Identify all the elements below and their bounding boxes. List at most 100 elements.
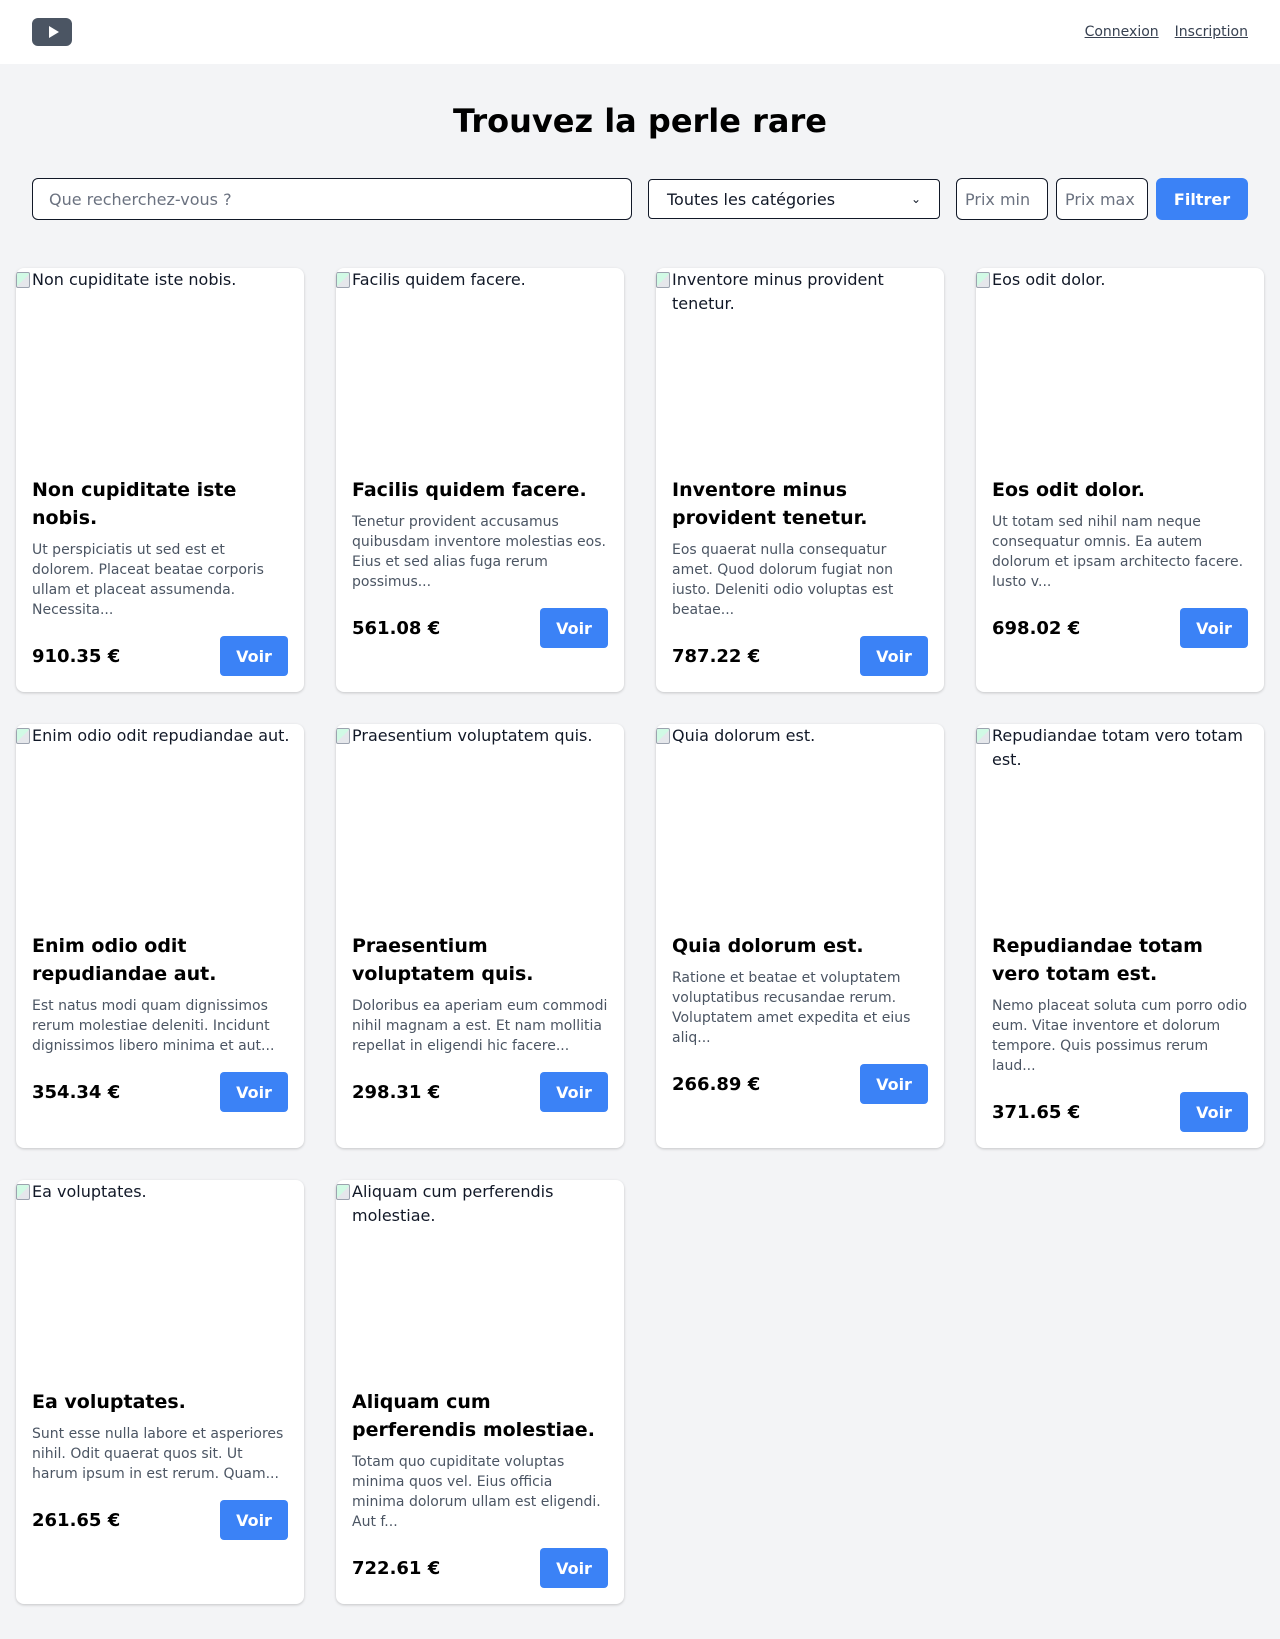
product-image-alt: Enim odio odit repudiandae aut. <box>32 726 290 745</box>
view-product-button[interactable]: Voir <box>540 608 608 648</box>
product-image-alt: Repudiandae totam vero totam est. <box>992 726 1243 769</box>
product-price: 298.31 € <box>352 1081 441 1103</box>
broken-image-icon <box>336 272 350 288</box>
product-card-body: Quia dolorum est. Ratione et beatae et v… <box>656 916 944 1148</box>
view-product-button[interactable]: Voir <box>220 636 288 676</box>
product-price: 261.65 € <box>32 1509 121 1531</box>
product-description: Nemo placeat soluta cum porro odio eum. … <box>992 998 1248 1074</box>
product-image-alt: Eos odit dolor. <box>992 270 1106 289</box>
broken-image-icon <box>336 728 350 744</box>
view-product-button[interactable]: Voir <box>540 1072 608 1112</box>
register-link[interactable]: Inscription <box>1175 24 1248 40</box>
product-footer: 261.65 € Voir <box>32 1500 288 1540</box>
product-image: Enim odio odit repudiandae aut. <box>16 724 304 916</box>
product-card-body: Enim odio odit repudiandae aut. Est natu… <box>16 916 304 1148</box>
product-title: Repudiandae totam vero totam est. <box>992 935 1203 985</box>
product-description: Sunt esse nulla labore et asperiores nih… <box>32 1426 284 1482</box>
broken-image-icon <box>16 728 30 744</box>
play-icon[interactable] <box>32 18 72 46</box>
page-title: Trouvez la perle rare <box>453 102 827 140</box>
broken-image-icon <box>656 272 670 288</box>
broken-image-icon <box>336 1184 350 1200</box>
product-image-alt: Non cupiditate iste nobis. <box>32 270 237 289</box>
product-price: 722.61 € <box>352 1557 441 1579</box>
broken-image-icon <box>976 272 990 288</box>
view-product-button[interactable]: Voir <box>860 1064 928 1104</box>
product-card: Facilis quidem facere. Facilis quidem fa… <box>336 268 624 692</box>
category-select-value: Toutes les catégories <box>667 189 836 209</box>
product-card-body: Aliquam cum perferendis molestiae. Totam… <box>336 1372 624 1604</box>
filter-bar: Toutes les catégories ⌄ Filtrer <box>0 178 1280 220</box>
product-card-body: Inventore minus provident tenetur. Eos q… <box>656 460 944 692</box>
search-input[interactable] <box>32 178 632 220</box>
product-price: 371.65 € <box>992 1101 1081 1123</box>
broken-image-icon <box>656 728 670 744</box>
view-product-button[interactable]: Voir <box>220 1500 288 1540</box>
chevron-down-icon: ⌄ <box>910 192 921 206</box>
product-footer: 561.08 € Voir <box>352 608 608 648</box>
product-price: 354.34 € <box>32 1081 121 1103</box>
price-min-input[interactable] <box>956 178 1048 220</box>
product-card: Non cupiditate iste nobis. Non cupiditat… <box>16 268 304 692</box>
product-footer: 298.31 € Voir <box>352 1072 608 1112</box>
product-card: Inventore minus provident tenetur. Inven… <box>656 268 944 692</box>
top-navbar: Connexion Inscription <box>0 0 1280 64</box>
product-description: Totam quo cupiditate voluptas minima quo… <box>352 1454 601 1530</box>
product-title: Facilis quidem facere. <box>352 479 587 501</box>
product-title: Quia dolorum est. <box>672 935 864 957</box>
product-description: Tenetur provident accusamus quibusdam in… <box>352 514 606 590</box>
product-price: 787.22 € <box>672 645 761 667</box>
product-footer: 722.61 € Voir <box>352 1548 608 1588</box>
product-title: Inventore minus provident tenetur. <box>672 479 868 529</box>
product-footer: 371.65 € Voir <box>992 1092 1248 1132</box>
product-grid: Non cupiditate iste nobis. Non cupiditat… <box>0 268 1280 1604</box>
product-image: Aliquam cum perferendis molestiae. <box>336 1180 624 1372</box>
product-description: Est natus modi quam dignissimos rerum mo… <box>32 998 275 1054</box>
product-image-alt: Praesentium voluptatem quis. <box>352 726 593 745</box>
product-price: 561.08 € <box>352 617 441 639</box>
product-title: Praesentium voluptatem quis. <box>352 935 534 985</box>
product-description: Doloribus ea aperiam eum commodi nihil m… <box>352 998 608 1054</box>
product-image-alt: Inventore minus provident tenetur. <box>672 270 884 313</box>
product-card: Enim odio odit repudiandae aut. Enim odi… <box>16 724 304 1148</box>
product-card-body: Non cupiditate iste nobis. Ut perspiciat… <box>16 460 304 692</box>
view-product-button[interactable]: Voir <box>540 1548 608 1588</box>
product-title: Non cupiditate iste nobis. <box>32 479 237 529</box>
product-image-alt: Aliquam cum perferendis molestiae. <box>352 1182 554 1225</box>
product-card-body: Praesentium voluptatem quis. Doloribus e… <box>336 916 624 1148</box>
product-image-alt: Quia dolorum est. <box>672 726 816 745</box>
category-select[interactable]: Toutes les catégories ⌄ <box>648 179 940 219</box>
login-link[interactable]: Connexion <box>1085 24 1159 40</box>
product-footer: 910.35 € Voir <box>32 636 288 676</box>
product-card-body: Ea voluptates. Sunt esse nulla labore et… <box>16 1372 304 1604</box>
product-image: Praesentium voluptatem quis. <box>336 724 624 916</box>
product-image: Facilis quidem facere. <box>336 268 624 460</box>
view-product-button[interactable]: Voir <box>1180 608 1248 648</box>
view-product-button[interactable]: Voir <box>1180 1092 1248 1132</box>
view-product-button[interactable]: Voir <box>220 1072 288 1112</box>
auth-links: Connexion Inscription <box>1085 24 1248 40</box>
product-footer: 354.34 € Voir <box>32 1072 288 1112</box>
product-image: Non cupiditate iste nobis. <box>16 268 304 460</box>
product-price: 266.89 € <box>672 1073 761 1095</box>
product-card: Aliquam cum perferendis molestiae. Aliqu… <box>336 1180 624 1604</box>
product-description: Eos quaerat nulla consequatur amet. Quod… <box>672 542 894 618</box>
product-footer: 698.02 € Voir <box>992 608 1248 648</box>
product-description: Ut perspiciatis ut sed est et dolorem. P… <box>32 542 264 618</box>
play-triangle-icon <box>48 26 59 38</box>
view-product-button[interactable]: Voir <box>860 636 928 676</box>
product-image-alt: Facilis quidem facere. <box>352 270 526 289</box>
product-card-body: Facilis quidem facere. Tenetur provident… <box>336 460 624 692</box>
broken-image-icon <box>16 272 30 288</box>
filter-button[interactable]: Filtrer <box>1156 178 1248 220</box>
product-description: Ratione et beatae et voluptatem voluptat… <box>672 970 911 1046</box>
product-card-body: Repudiandae totam vero totam est. Nemo p… <box>976 916 1264 1148</box>
broken-image-icon <box>976 728 990 744</box>
product-image: Inventore minus provident tenetur. <box>656 268 944 460</box>
product-card: Eos odit dolor. Eos odit dolor. Ut totam… <box>976 268 1264 692</box>
product-description: Ut totam sed nihil nam neque consequatur… <box>992 514 1244 590</box>
product-image-alt: Ea voluptates. <box>32 1182 147 1201</box>
product-image: Repudiandae totam vero totam est. <box>976 724 1264 916</box>
price-max-input[interactable] <box>1056 178 1148 220</box>
product-title: Aliquam cum perferendis molestiae. <box>352 1391 595 1441</box>
